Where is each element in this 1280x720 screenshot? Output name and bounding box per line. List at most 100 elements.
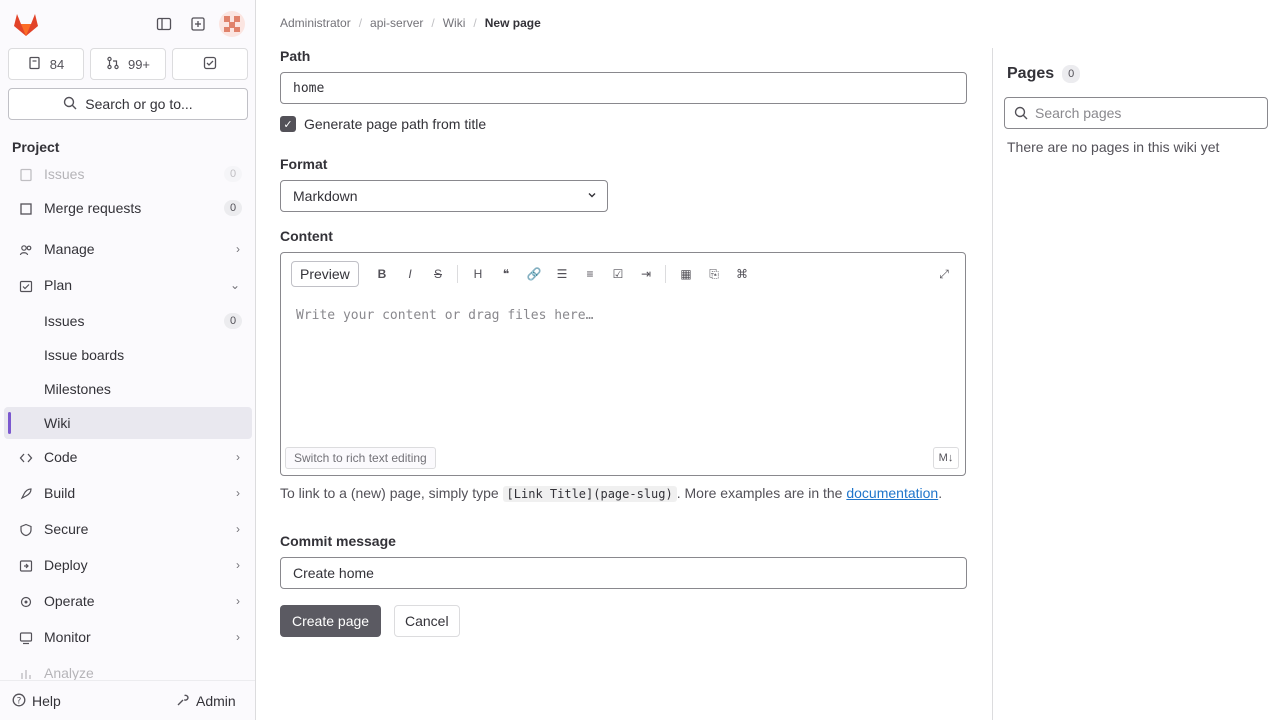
sidebar-item-label: Issue boards bbox=[44, 347, 125, 363]
table-icon[interactable]: ▦ bbox=[675, 263, 697, 285]
sidebar-item-build[interactable]: Build › bbox=[4, 477, 252, 509]
sidebar-footer: ? Help Admin bbox=[0, 680, 255, 720]
help-middle: . More examples are in the bbox=[676, 485, 843, 501]
pages-empty-message: There are no pages in this wiki yet bbox=[1007, 139, 1220, 155]
bulleted-list-icon[interactable]: ☰ bbox=[551, 263, 573, 285]
sidebar-item-deploy[interactable]: Deploy › bbox=[4, 549, 252, 581]
switch-to-rich-text-button[interactable]: Switch to rich text editing bbox=[285, 447, 436, 469]
create-new-icon[interactable] bbox=[182, 8, 214, 40]
help-prefix: To link to a (new) page, simply type bbox=[280, 485, 499, 501]
quote-icon[interactable]: ❝ bbox=[495, 263, 517, 285]
pages-search-input[interactable]: Search pages bbox=[1004, 97, 1268, 129]
preview-tab[interactable]: Preview bbox=[291, 261, 359, 287]
wrench-icon bbox=[176, 693, 190, 710]
markdown-editor: Preview B I S H ❝ 🔗 ☰ ≡ ☑ ⇥ ▦ ⎘ ⌘ ⤢ Writ… bbox=[280, 252, 966, 476]
count-badge: 0 bbox=[224, 313, 242, 329]
breadcrumb-item[interactable]: Administrator bbox=[280, 16, 351, 30]
breadcrumb-separator: / bbox=[473, 16, 477, 30]
deploy-icon bbox=[18, 558, 34, 574]
heading-icon[interactable]: H bbox=[467, 263, 489, 285]
chevron-right-icon: › bbox=[236, 522, 240, 536]
svg-text:?: ? bbox=[17, 696, 22, 706]
sidebar-item-operate[interactable]: Operate › bbox=[4, 585, 252, 617]
sidebar-item-label: Milestones bbox=[44, 381, 111, 397]
count-badge: 0 bbox=[224, 166, 242, 182]
search-icon bbox=[63, 96, 77, 113]
task-list-icon[interactable]: ☑ bbox=[607, 263, 629, 285]
format-select[interactable]: Markdown bbox=[280, 180, 608, 212]
breadcrumb-current: New page bbox=[484, 16, 541, 30]
sidebar-toggle-icon[interactable] bbox=[148, 8, 180, 40]
breadcrumb-separator: / bbox=[431, 16, 435, 30]
sidebar-item-label: Analyze bbox=[44, 665, 94, 681]
sidebar-item-plan[interactable]: Plan ⌄ bbox=[4, 269, 252, 301]
breadcrumb-separator: / bbox=[358, 16, 363, 30]
commit-message-label: Commit message bbox=[280, 533, 396, 549]
issues-icon bbox=[28, 56, 42, 73]
search-label: Search or go to... bbox=[85, 96, 193, 112]
pages-search-placeholder: Search pages bbox=[1035, 105, 1122, 121]
pages-title-text: Pages bbox=[1007, 65, 1055, 82]
cancel-button[interactable]: Cancel bbox=[394, 605, 460, 637]
breadcrumb-item[interactable]: Wiki bbox=[443, 16, 466, 30]
format-label: Format bbox=[280, 156, 328, 172]
italic-icon[interactable]: I bbox=[399, 263, 421, 285]
issues-counter[interactable]: 84 bbox=[8, 48, 84, 80]
sidebar-item-label: Build bbox=[44, 485, 76, 501]
link-icon[interactable]: 🔗 bbox=[523, 263, 545, 285]
search-button[interactable]: Search or go to... bbox=[8, 88, 248, 120]
commit-message-input[interactable]: Create home bbox=[280, 557, 967, 589]
issues-count: 84 bbox=[49, 56, 65, 72]
admin-button[interactable]: Admin bbox=[170, 687, 242, 715]
path-input[interactable]: home bbox=[280, 72, 967, 104]
merge-requests-counter[interactable]: 99+ bbox=[90, 48, 166, 80]
breadcrumb-item[interactable]: api-server bbox=[370, 16, 423, 30]
fullscreen-icon[interactable]: ⤢ bbox=[933, 263, 955, 285]
sidebar-item-label: Monitor bbox=[44, 629, 91, 645]
shield-icon bbox=[18, 522, 34, 538]
toolbar-divider bbox=[457, 265, 458, 283]
sidebar-item-label: Operate bbox=[44, 593, 95, 609]
documentation-link[interactable]: documentation bbox=[846, 485, 938, 501]
sidebar-item-code[interactable]: Code › bbox=[4, 441, 252, 473]
strikethrough-icon[interactable]: S bbox=[427, 263, 449, 285]
diagram-icon[interactable]: ⌘ bbox=[731, 263, 753, 285]
sidebar-item-milestones[interactable]: Milestones bbox=[4, 373, 252, 405]
admin-label: Admin bbox=[196, 693, 236, 709]
sidebar-item-label: Issues bbox=[44, 166, 85, 182]
merge-request-icon bbox=[18, 201, 34, 217]
user-avatar[interactable] bbox=[216, 8, 248, 40]
sidebar-item-pinned-issues[interactable]: Issues 0 bbox=[4, 158, 252, 190]
sidebar-item-wiki[interactable]: Wiki bbox=[4, 407, 252, 439]
generate-path-checkbox-row: ✓ Generate page path from title bbox=[280, 116, 486, 132]
chevron-down-icon: ⌄ bbox=[229, 278, 240, 292]
markdown-icon[interactable]: M↓ bbox=[933, 447, 959, 469]
sidebar-item-merge-requests[interactable]: Merge requests 0 bbox=[4, 192, 252, 224]
planning-icon bbox=[18, 278, 34, 294]
toolbar-divider bbox=[665, 265, 666, 283]
chevron-right-icon: › bbox=[236, 242, 240, 256]
sidebar-item-manage[interactable]: Manage › bbox=[4, 233, 252, 265]
editor-toolbar: Preview B I S H ❝ 🔗 ☰ ≡ ☑ ⇥ ▦ ⎘ ⌘ ⤢ bbox=[281, 253, 965, 293]
sidebar-item-monitor[interactable]: Monitor › bbox=[4, 621, 252, 653]
sidebar-item-secure[interactable]: Secure › bbox=[4, 513, 252, 545]
format-value: Markdown bbox=[293, 188, 358, 204]
chevron-right-icon: › bbox=[236, 450, 240, 464]
todo-icon bbox=[203, 56, 217, 73]
chevron-right-icon: › bbox=[236, 558, 240, 572]
numbered-list-icon[interactable]: ≡ bbox=[579, 263, 601, 285]
help-button[interactable]: ? Help bbox=[6, 687, 67, 715]
create-page-button[interactable]: Create page bbox=[280, 605, 382, 637]
indent-icon[interactable]: ⇥ bbox=[635, 263, 657, 285]
rocket-icon bbox=[18, 486, 34, 502]
content-textarea[interactable]: Write your content or drag files here… bbox=[284, 296, 962, 440]
todo-counter[interactable] bbox=[172, 48, 248, 80]
gitlab-logo-icon[interactable] bbox=[10, 8, 42, 40]
bold-icon[interactable]: B bbox=[371, 263, 393, 285]
generate-path-label[interactable]: Generate page path from title bbox=[304, 116, 486, 132]
sidebar-item-label: Deploy bbox=[44, 557, 88, 573]
generate-path-checkbox[interactable]: ✓ bbox=[280, 116, 296, 132]
attach-file-icon[interactable]: ⎘ bbox=[703, 263, 725, 285]
sidebar-item-issue-boards[interactable]: Issue boards bbox=[4, 339, 252, 371]
sidebar-item-issues[interactable]: Issues 0 bbox=[4, 305, 252, 337]
